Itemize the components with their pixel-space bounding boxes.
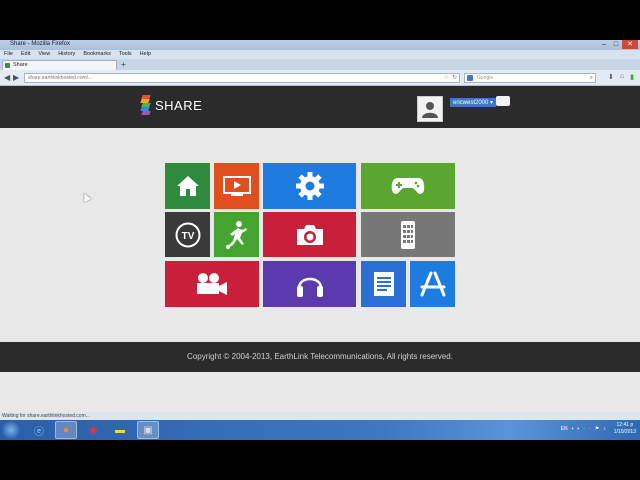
- page-footer: Copyright © 2004-2013, EarthLink Telecom…: [0, 342, 640, 372]
- gamepad-icon: [391, 178, 425, 194]
- video-camera-icon: [197, 273, 227, 295]
- google-icon: [467, 75, 473, 81]
- download-icon[interactable]: ⬇: [608, 73, 614, 81]
- volume-icon[interactable]: ♪: [603, 426, 606, 432]
- clock-time: 12:41 p: [616, 422, 634, 428]
- tile-documents[interactable]: [361, 261, 406, 307]
- tile-sports[interactable]: [214, 212, 259, 257]
- security-icon[interactable]: ▪: [583, 426, 585, 432]
- screen: Share - Mozilla Firefox – □ ✕ File Edit …: [0, 40, 640, 440]
- copyright-text: Copyright © 2004-2013, EarthLink Telecom…: [187, 352, 453, 361]
- home-icon: [176, 176, 199, 196]
- system-tray: EN ▪ ▪ ▪ ▪ ⚑ ♪ 12:41 p 1/10/2013: [561, 422, 636, 436]
- share-logo[interactable]: SHARE: [140, 95, 202, 115]
- browser-status-bar: Waiting for share.earthlinkhosted.com...: [0, 412, 640, 420]
- search-input[interactable]: Google ⌕: [464, 73, 596, 83]
- status-text: Waiting for share.earthlinkhosted.com...: [2, 413, 90, 419]
- taskbar: ⓔ ● ◉ ▬ ▣ EN ▪ ▪ ▪ ▪ ⚑ ♪ 12:41 p 1/10/20…: [0, 420, 640, 440]
- menu-edit[interactable]: Edit: [21, 50, 30, 59]
- tile-movies[interactable]: [165, 261, 259, 307]
- tile-settings[interactable]: [263, 163, 356, 209]
- reload-icon[interactable]: ↻: [452, 74, 457, 82]
- language-indicator[interactable]: EN: [561, 426, 568, 432]
- soccer-player-icon: [225, 220, 247, 249]
- app-tiles: TV: [165, 163, 455, 307]
- new-tab-button[interactable]: +: [119, 61, 128, 69]
- share-logo-mark-icon: [140, 95, 152, 115]
- tab-share[interactable]: Share: [2, 60, 117, 70]
- tab-label: Share: [13, 62, 28, 68]
- menu-file[interactable]: File: [4, 50, 13, 59]
- svg-text:TV: TV: [181, 231, 194, 242]
- logo-text: SHARE: [155, 97, 203, 113]
- internet-explorer-icon[interactable]: ⓔ: [28, 421, 50, 439]
- menu-help[interactable]: Help: [140, 50, 151, 59]
- search-placeholder: Google: [477, 75, 494, 81]
- user-icon: [422, 102, 438, 118]
- tv-icon: TV: [175, 222, 200, 247]
- phone-icon: [401, 220, 415, 249]
- close-button[interactable]: ✕: [622, 40, 638, 49]
- tile-apps[interactable]: [410, 261, 455, 307]
- menu-history[interactable]: History: [58, 50, 75, 59]
- menu-bar: File Edit View History Bookmarks Tools H…: [0, 50, 640, 59]
- app-store-icon: [420, 271, 445, 297]
- tile-tv[interactable]: TV: [165, 212, 210, 257]
- chrome-icon[interactable]: ◉: [82, 421, 104, 439]
- tile-music[interactable]: [263, 261, 356, 307]
- tile-games[interactable]: [361, 163, 455, 209]
- url-input[interactable]: share.earthlinkhosted.com/... ☆ ↻: [24, 73, 460, 83]
- window-titlebar: Share - Mozilla Firefox – □ ✕: [0, 40, 640, 50]
- window-title: Share - Mozilla Firefox: [10, 41, 71, 47]
- addon-icon[interactable]: ▮: [630, 73, 634, 81]
- gear-icon: [295, 172, 324, 200]
- search-icon[interactable]: ⌕: [590, 74, 593, 82]
- play-icon: [222, 176, 251, 196]
- menu-view[interactable]: View: [38, 50, 50, 59]
- tab-bar: Share +: [0, 59, 640, 70]
- start-button[interactable]: [2, 421, 20, 439]
- app-window-icon[interactable]: ▣: [137, 421, 159, 439]
- back-arrow-icon[interactable]: ◀: [4, 73, 10, 82]
- minimize-button[interactable]: –: [598, 40, 610, 49]
- favicon-icon: [5, 63, 10, 68]
- folder-icon[interactable]: ▬: [109, 421, 131, 439]
- avatar[interactable]: [417, 96, 443, 122]
- home-nav-icon[interactable]: ⌂: [620, 73, 624, 81]
- firefox-icon[interactable]: ●: [55, 421, 77, 439]
- page-header: SHARE ericwest2000 ▾: [0, 86, 640, 128]
- headphones-icon: [296, 277, 323, 297]
- tile-photos[interactable]: [263, 212, 356, 257]
- tile-home[interactable]: [165, 163, 210, 209]
- alert-icon[interactable]: ▪: [589, 426, 591, 432]
- tile-video[interactable]: [214, 163, 259, 209]
- menu-tools[interactable]: Tools: [119, 50, 132, 59]
- network-icon[interactable]: ▪: [577, 426, 579, 432]
- camera-icon: [296, 224, 323, 245]
- mouse-cursor: [80, 191, 92, 203]
- clock[interactable]: 12:41 p 1/10/2013: [614, 422, 636, 436]
- chat-icon[interactable]: [496, 96, 510, 106]
- document-icon: [373, 272, 394, 296]
- maximize-button[interactable]: □: [610, 40, 622, 49]
- navigation-bar: ◀ ▶ share.earthlinkhosted.com/... ☆ ↻ Go…: [0, 70, 640, 86]
- url-text: share.earthlinkhosted.com/...: [28, 75, 93, 81]
- username-menu[interactable]: ericwest2000 ▾: [450, 98, 497, 107]
- bookmark-star-icon[interactable]: ☆: [444, 74, 449, 82]
- flag-icon[interactable]: ⚑: [595, 426, 599, 432]
- forward-arrow-icon[interactable]: ▶: [13, 73, 19, 82]
- keyboard-icon[interactable]: ▪: [572, 426, 574, 432]
- tile-mobile[interactable]: [361, 212, 455, 257]
- menu-bookmarks[interactable]: Bookmarks: [83, 50, 111, 59]
- clock-date: 1/10/2013: [613, 429, 636, 435]
